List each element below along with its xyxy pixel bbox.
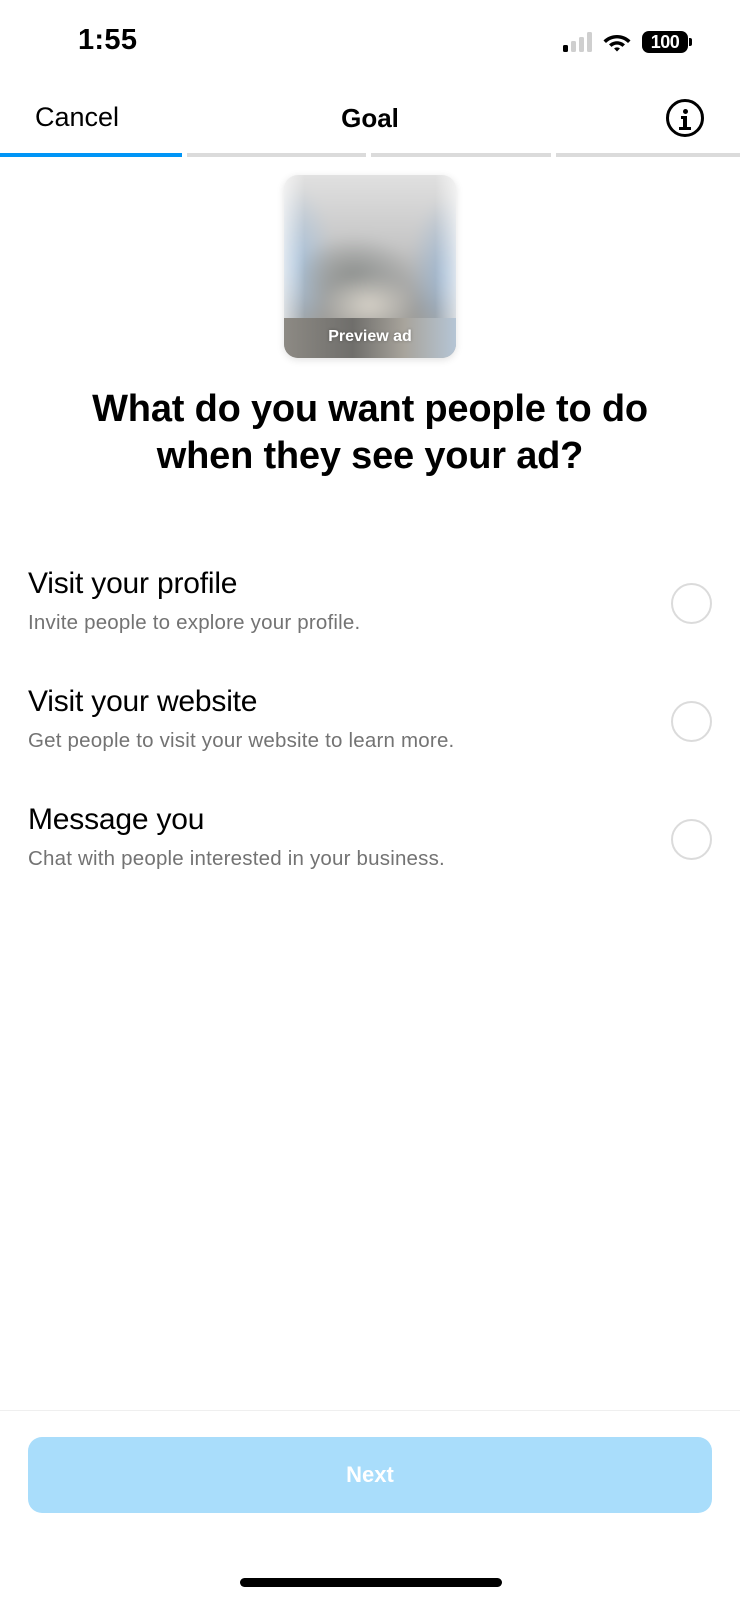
progress-segment-4 [556, 153, 740, 157]
radio-button-visit-profile[interactable] [671, 583, 712, 624]
progress-segment-3 [371, 153, 551, 157]
option-title: Visit your website [28, 685, 258, 718]
radio-button-visit-website[interactable] [671, 701, 712, 742]
option-description: Invite people to explore your profile. [28, 611, 361, 634]
step-progress [0, 153, 740, 157]
preview-ad-label: Preview ad [328, 328, 412, 345]
preview-ad-button[interactable]: Preview ad [284, 175, 456, 358]
goal-question-heading: What do you want people to do when they … [92, 388, 648, 477]
signal-bar [563, 45, 568, 52]
radio-button-message-you[interactable] [671, 819, 712, 860]
page-title: Goal [341, 103, 399, 133]
option-visit-website[interactable]: Visit your website Get people to visit y… [0, 685, 740, 795]
progress-segment-1 [0, 153, 182, 157]
wifi-icon [603, 35, 631, 52]
option-description: Chat with people interested in your busi… [28, 847, 445, 870]
screen: 1:55 100 Cancel Goal Preview ad What do … [0, 0, 740, 1600]
footer-divider [0, 1410, 740, 1411]
info-icon-dot [682, 109, 688, 114]
option-description: Get people to visit your website to lear… [28, 729, 455, 752]
info-button[interactable] [666, 99, 704, 137]
info-icon [669, 102, 701, 134]
next-button[interactable]: Next [28, 1437, 712, 1513]
status-time: 1:55 [78, 24, 138, 56]
cellular-signal-icon [563, 32, 592, 52]
signal-bar [579, 37, 584, 52]
progress-segment-2 [187, 153, 366, 157]
option-message-you[interactable]: Message you Chat with people interested … [0, 803, 740, 913]
signal-bar [587, 32, 592, 52]
status-icons: 100 [563, 30, 692, 54]
option-visit-profile[interactable]: Visit your profile Invite people to expl… [0, 567, 740, 677]
option-title: Message you [28, 803, 205, 836]
thumbnail-fade [284, 175, 456, 325]
battery-cap [689, 38, 692, 46]
battery-icon: 100 [642, 31, 692, 53]
home-indicator[interactable] [240, 1578, 502, 1587]
option-title: Visit your profile [28, 567, 238, 600]
info-icon-base [679, 127, 691, 130]
battery-level: 100 [642, 31, 688, 53]
signal-bar [571, 41, 576, 52]
